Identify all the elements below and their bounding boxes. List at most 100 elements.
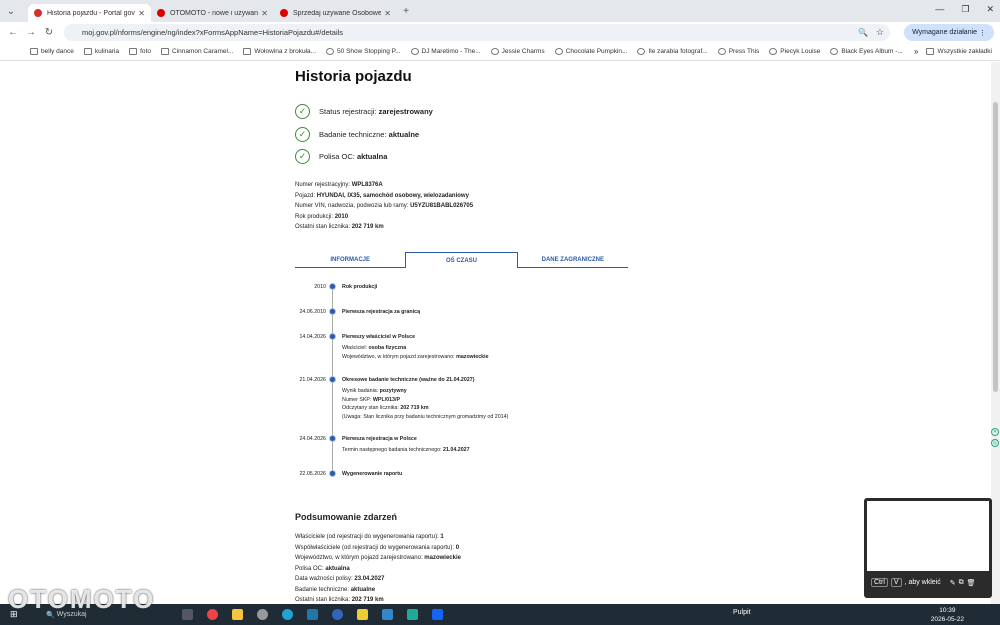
bookmark-icon xyxy=(830,48,839,55)
bookmark-item[interactable]: Ile zarabia fotograf... xyxy=(637,48,708,55)
required-action-button[interactable]: Wymagane działanie ⋮ xyxy=(904,24,994,41)
bookmark-item[interactable]: belly dance xyxy=(30,48,74,55)
tab-close-icon[interactable]: ✕ xyxy=(384,9,391,18)
new-tab-button[interactable]: + xyxy=(397,6,415,17)
summary-label: Polisa OC: xyxy=(295,565,324,572)
key-ctrl: Ctrl xyxy=(871,578,888,587)
tab-close-icon[interactable]: ✕ xyxy=(138,9,145,18)
browser-tab[interactable]: Historia pojazdu - Portal gov.pl ✕ xyxy=(28,4,151,22)
info-row: Numer rejestracyjny: WPL8376A xyxy=(295,180,473,191)
timeline-dot xyxy=(329,470,336,477)
bookmark-icon xyxy=(160,48,169,55)
settings-icon[interactable] xyxy=(256,609,268,620)
clipboard-screenshot xyxy=(867,501,989,571)
detail-value: 21.04.2027 xyxy=(443,447,470,453)
bookmark-item[interactable]: 50 Show Stopping P... xyxy=(326,48,401,55)
bookmark-icon xyxy=(717,48,726,55)
content-tab[interactable]: OŚ CZASU xyxy=(405,252,518,268)
clock-time: 10:39 xyxy=(939,607,956,614)
chrome-icon[interactable] xyxy=(206,609,218,620)
event-title: Pierwsza rejestracja w Polsce xyxy=(342,436,417,442)
close-panel-icon[interactable]: ✕ xyxy=(991,428,999,436)
photos-icon[interactable] xyxy=(406,609,418,620)
info-row: Pojazd: HYUNDAI, IX35, samochód osobowy,… xyxy=(295,191,473,202)
forward-icon[interactable]: → xyxy=(22,27,40,38)
bookmark-item[interactable]: Jessie Charms xyxy=(490,48,545,55)
summary-row: Data ważności polisy: 23.04.2027 xyxy=(295,574,461,585)
content-tab[interactable]: DANE ZAGRANICZNE xyxy=(518,252,628,267)
info-value: 202 719 km xyxy=(351,224,384,230)
reload-icon[interactable]: ↻ xyxy=(40,27,58,38)
url-text: moj.gov.pl/nforms/engine/ng/index?xForms… xyxy=(82,28,344,37)
store-icon[interactable] xyxy=(306,609,318,620)
maximize-icon[interactable]: ❐ xyxy=(961,4,969,15)
scrollbar-thumb[interactable] xyxy=(993,102,998,392)
summary-row: Właściciele (od rejestracji do wygenerow… xyxy=(295,532,461,543)
zoom-icon[interactable]: 🔍 xyxy=(858,28,868,37)
bookmark-item[interactable]: DJ Maretimo - The... xyxy=(410,48,481,55)
assistant-icon[interactable]: ◎ xyxy=(991,439,999,447)
paste-hint: , aby wkleić xyxy=(904,579,941,586)
bookmark-icon xyxy=(554,48,563,55)
mail-icon[interactable] xyxy=(381,609,393,620)
summary-value: 23.04.2027 xyxy=(354,576,385,582)
bookmark-item[interactable]: Press This xyxy=(717,48,759,55)
status-row: ✓ Status rejestracji: zarejestrowany xyxy=(295,104,433,119)
bookmark-item[interactable]: kulinaria xyxy=(83,48,120,55)
notes-icon[interactable] xyxy=(356,609,368,620)
bookmark-icon xyxy=(326,48,335,55)
scrollbar[interactable] xyxy=(991,62,1000,605)
summary-list: Właściciele (od rejestracji do wygenerow… xyxy=(295,532,461,604)
tab-strip: ⌄ Historia pojazdu - Portal gov.pl ✕ OTOMO… xyxy=(0,0,1000,22)
detail-label: Numer SKP: xyxy=(342,396,372,403)
bookmark-item[interactable]: Wołowina z brokuła... xyxy=(243,48,316,55)
opera-icon[interactable] xyxy=(331,609,343,620)
status-value: zarejestrowany xyxy=(378,107,433,116)
close-window-icon[interactable]: ✕ xyxy=(986,4,994,15)
edit-icon[interactable]: ✎ xyxy=(950,579,956,587)
timeline-dot xyxy=(329,333,336,340)
address-bar[interactable]: moj.gov.pl/nforms/engine/ng/index?xForms… xyxy=(64,24,890,41)
bookmark-label: Cinnamon Caramel... xyxy=(171,48,234,55)
more-bookmarks-icon[interactable]: » xyxy=(914,47,918,56)
content-tab[interactable]: INFORMACJE xyxy=(295,252,405,267)
desktop-label[interactable]: Pulpit xyxy=(733,609,751,616)
bookmark-item[interactable]: Piecyk Louise xyxy=(769,48,820,55)
edge-icon[interactable] xyxy=(281,609,293,620)
browser-tab[interactable]: OTOMOTO - nowe i używane sa✕ xyxy=(151,4,274,22)
bookmark-label: Jessie Charms xyxy=(501,48,545,55)
event-detail-row: Wynik badania: pozytywny xyxy=(342,387,508,396)
event-title: Okresowe badanie techniczne (ważne do 21… xyxy=(342,377,475,383)
delete-icon[interactable]: 🗑 xyxy=(967,579,976,587)
dropbox-icon[interactable] xyxy=(431,609,443,620)
event-title: Wygenerowanie raportu xyxy=(342,471,403,477)
event-details: Wynik badania: pozytywny Numer SKP: WPL/0… xyxy=(342,387,508,421)
minimize-icon[interactable]: — xyxy=(935,4,944,15)
tab-close-icon[interactable]: ✕ xyxy=(261,9,268,18)
clock[interactable]: 10:39 2026-05-22 xyxy=(931,606,964,624)
bookmark-star-icon[interactable]: ☆ xyxy=(876,27,884,38)
task-view-icon[interactable] xyxy=(181,609,193,620)
all-bookmarks-link[interactable]: Wszystkie zakładki xyxy=(926,48,992,55)
tab-search-icon[interactable]: ⌄ xyxy=(2,6,20,17)
bookmark-label: kulinaria xyxy=(94,48,120,55)
detail-value: 202 719 km xyxy=(400,405,429,411)
summary-value: 1 xyxy=(440,534,444,540)
summary-label: Współwłaściciele (od rejestracji do wyge… xyxy=(295,544,455,551)
file-explorer-icon[interactable] xyxy=(231,609,243,620)
bookmark-item[interactable]: Chocolate Pumpkin... xyxy=(554,48,627,55)
clipboard-preview[interactable]: Ctrl V, aby wkleić ✎ ⧉ 🗑 xyxy=(864,498,992,598)
bookmark-icon xyxy=(129,48,138,55)
bookmark-item[interactable]: Black Eyes Album -... xyxy=(830,48,903,55)
back-icon[interactable]: ← xyxy=(4,27,22,38)
link-icon[interactable]: ⧉ xyxy=(959,579,964,587)
bookmark-icon xyxy=(490,48,499,55)
browser-tab[interactable]: Sprzedaj używane Osobowe | O✕ xyxy=(274,4,397,22)
bookmark-label: DJ Maretimo - The... xyxy=(421,48,481,55)
bookmark-item[interactable]: Cinnamon Caramel... xyxy=(160,48,234,55)
bookmark-icon xyxy=(410,48,419,55)
status-label: Badanie techniczne: xyxy=(319,130,387,139)
bookmark-item[interactable]: foto xyxy=(129,48,151,55)
bookmark-label: Wołowina z brokuła... xyxy=(254,48,317,55)
tab-favicon-icon xyxy=(34,9,42,17)
